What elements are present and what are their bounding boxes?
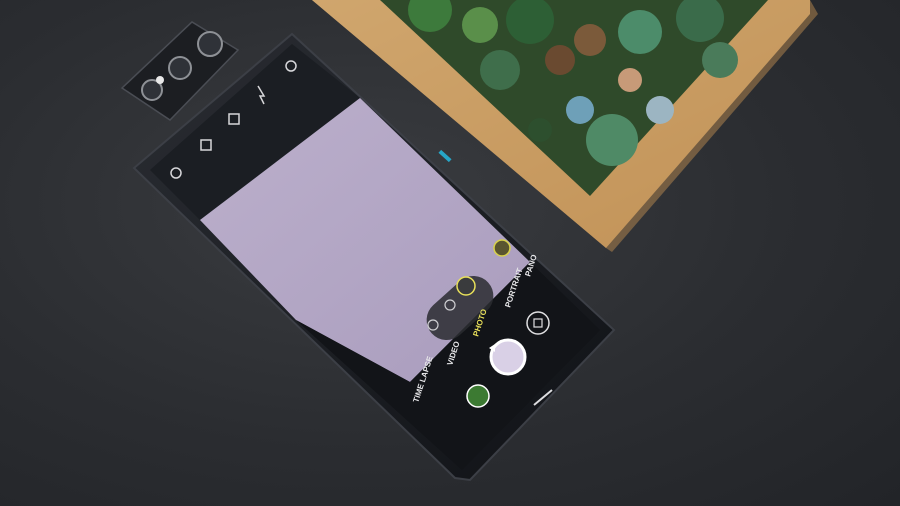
gallery-thumbnail[interactable] — [466, 384, 490, 408]
photo-scene: TIME LAPSE VIDEO PHOTO PORTRAIT PANO — [0, 0, 900, 506]
ai-scene-icon[interactable] — [493, 239, 511, 257]
shutter-button[interactable] — [489, 338, 527, 376]
scene-svg: TIME LAPSE VIDEO PHOTO PORTRAIT PANO — [120, 0, 818, 482]
camera-lens-2 — [168, 56, 192, 80]
side-accent — [438, 149, 452, 163]
camera-lens-1 — [197, 31, 223, 57]
wide-lens-icon[interactable] — [456, 276, 476, 296]
flash-led — [156, 76, 164, 84]
